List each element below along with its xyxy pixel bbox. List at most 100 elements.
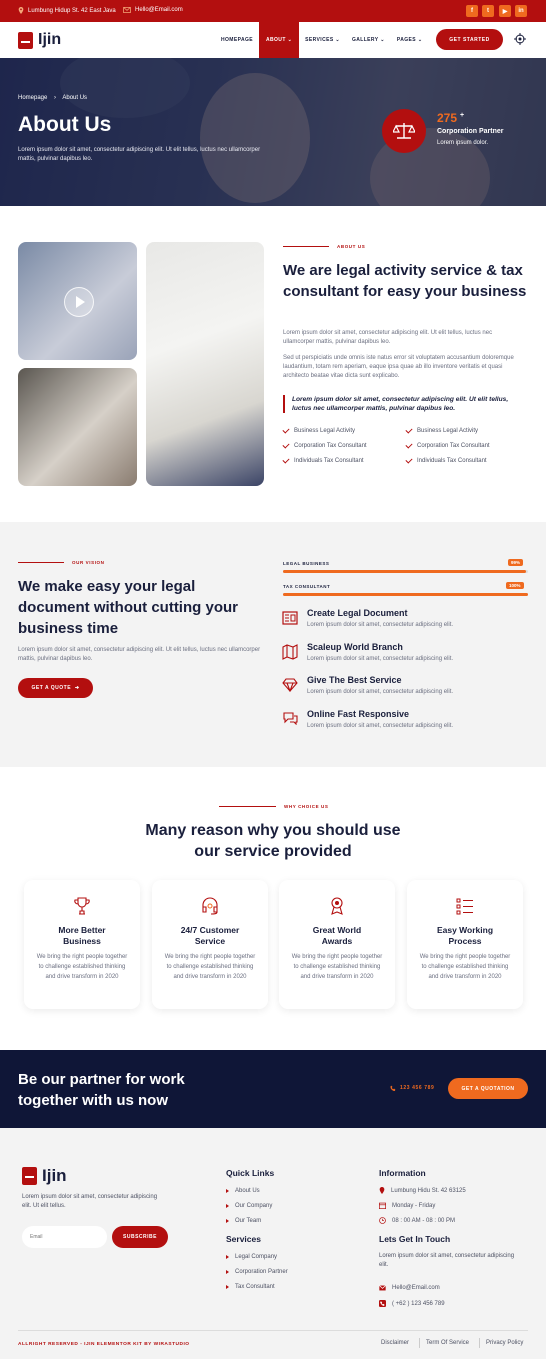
breadcrumb-home[interactable]: Homepage: [18, 95, 47, 101]
reason-card: 24/7 Customer Service We bring the right …: [152, 880, 268, 1009]
clock-icon: [379, 1217, 386, 1224]
why-section-tag: WHY CHOICE US: [219, 804, 328, 809]
email-input[interactable]: [22, 1226, 107, 1248]
check-icon: [405, 456, 413, 464]
cta-phone[interactable]: 123 456 789: [390, 1085, 434, 1091]
logo-mark-icon: [22, 1167, 37, 1185]
location-pin-icon: [379, 1187, 385, 1194]
phone-icon: [390, 1085, 396, 1091]
card-title: Easy Working Process: [436, 925, 494, 946]
footer-link-tax[interactable]: Tax Consultant: [226, 1284, 275, 1290]
about-quote: Lorem ipsum dolor sit amet, consectetur …: [283, 395, 525, 413]
feature-title: Online Fast Responsive: [307, 709, 410, 719]
breadcrumb-current: About Us: [62, 95, 88, 101]
progress-percent: 100%: [506, 582, 524, 589]
footer-link-terms[interactable]: Term Of Service: [426, 1340, 469, 1346]
subscribe-button[interactable]: SUBSCRIBE: [112, 1226, 168, 1248]
get-quote-button[interactable]: GET A QUOTE ➔: [18, 678, 93, 698]
get-started-button[interactable]: GET STARTED: [436, 29, 503, 50]
information-title: Information: [379, 1168, 426, 1178]
footer-hours: 08 : 00 AM - 08 : 00 PM: [379, 1217, 455, 1224]
progress-bar: [283, 593, 528, 596]
scale-icon: [393, 123, 415, 139]
nav-gallery[interactable]: GALLERY ⌄: [346, 22, 391, 58]
chat-icon: [283, 712, 298, 725]
scale-badge: [382, 109, 426, 153]
top-bar: Lumbung Hidup St. 42 East Java Hello@Ema…: [0, 0, 546, 22]
card-title: 24/7 Customer Service: [180, 925, 240, 946]
youtube-icon[interactable]: ▶: [499, 5, 511, 17]
progress-label: TAX CONSULTANT: [283, 584, 331, 589]
footer-link-legal[interactable]: Legal Company: [226, 1254, 277, 1260]
progress-label: LEGAL BUSINESS: [283, 561, 330, 566]
checklist-icon: [456, 898, 473, 915]
hero-text: Lorem ipsum dolor sit amet, consectetur …: [18, 147, 261, 162]
quick-links-title: Quick Links: [226, 1168, 275, 1178]
vision-section: OUR VISION We make easy your legal docum…: [0, 522, 546, 767]
location-pin-icon: [18, 7, 24, 14]
footer-link-company[interactable]: Our Company: [226, 1203, 272, 1209]
cta-heading: Be our partner for work together with us …: [18, 1071, 185, 1109]
chevron-down-icon: ⌄: [287, 37, 293, 43]
caret-right-icon: [226, 1270, 229, 1274]
footer-text: Lorem ipsum dolor sit amet, consectetur …: [22, 1194, 158, 1209]
check-item: Business Legal Activity: [282, 426, 355, 434]
check-icon: [405, 441, 413, 449]
footer-link-privacy[interactable]: Privacy Policy: [486, 1340, 523, 1346]
check-item: Business Legal Activity: [405, 426, 478, 434]
chevron-down-icon: ⌄: [335, 37, 340, 43]
hero-banner: Homepage › About Us About Us Lorem ipsum…: [0, 58, 546, 206]
footer-phone[interactable]: ( +62 ) 123 456 789: [379, 1300, 445, 1307]
footer-link-corporation[interactable]: Corporation Partner: [226, 1269, 288, 1275]
contact-text: Lorem ipsum dolor sit amet, consectetur …: [379, 1253, 515, 1268]
footer-days: Monday - Friday: [379, 1202, 435, 1209]
site-logo[interactable]: Ijin: [18, 31, 61, 49]
footer-separator: [419, 1338, 420, 1348]
nav-pages[interactable]: PAGES ⌄: [391, 22, 429, 58]
contact-title: Lets Get In Touch: [379, 1234, 451, 1244]
cta-banner: Be our partner for work together with us …: [0, 1050, 546, 1128]
footer-email[interactable]: Hello@Email.com: [379, 1285, 440, 1291]
nav-homepage[interactable]: HOMEPAGE: [215, 22, 259, 58]
facebook-icon[interactable]: f: [466, 5, 478, 17]
vision-section-tag: OUR VISION: [18, 560, 105, 565]
calculator-photo: [18, 368, 137, 486]
footer-address: Lumbung Hidu St. 42 63125: [379, 1187, 466, 1194]
vision-text: Lorem ipsum dolor sit amet, consectetur …: [18, 647, 261, 662]
play-video-icon[interactable]: [64, 287, 94, 317]
card-desc: We bring the right people together to ch…: [164, 954, 256, 980]
get-quotation-button[interactable]: GET A QUOTATION: [448, 1078, 528, 1099]
progress-bar: [283, 570, 528, 573]
progress-percent: 99%: [508, 559, 524, 566]
feature-title: Give The Best Service: [307, 675, 402, 685]
footer-divider: [18, 1330, 528, 1331]
document-icon: [282, 611, 298, 625]
mail-icon: [379, 1285, 386, 1291]
logo-mark-icon: [18, 31, 33, 49]
copyright: ALLRIGHT RESERVED - IJIN ELEMENTOR KIT B…: [18, 1342, 190, 1347]
footer-link-about[interactable]: About Us: [226, 1188, 260, 1194]
main-nav: HOMEPAGE ABOUT ⌄ SERVICES ⌄ GALLERY ⌄ PA…: [215, 22, 428, 58]
caret-right-icon: [226, 1285, 229, 1289]
breadcrumb: Homepage › About Us: [18, 95, 87, 101]
nav-about[interactable]: ABOUT ⌄: [259, 22, 300, 58]
feature-desc: Lorem ipsum dolor sit amet, consectetur …: [307, 656, 454, 662]
about-heading: We are legal activity service & tax cons…: [283, 262, 527, 300]
chevron-right-icon: ›: [54, 95, 57, 101]
crosshair-icon[interactable]: [514, 33, 526, 45]
about-paragraph-2: Sed ut perspiciatis unde omnis iste natu…: [283, 355, 514, 379]
arrow-right-icon: ➔: [74, 685, 80, 691]
check-item: Individuals Tax Consultant: [282, 456, 364, 464]
footer-logo[interactable]: Ijin: [22, 1166, 67, 1186]
footer-link-disclaimer[interactable]: Disclaimer: [381, 1340, 409, 1346]
reason-card: Easy Working Process We bring the right p…: [407, 880, 523, 1009]
trophy-icon: [74, 897, 90, 915]
linkedin-icon[interactable]: in: [515, 5, 527, 17]
twitter-icon[interactable]: t: [482, 5, 494, 17]
footer-link-team[interactable]: Our Team: [226, 1218, 261, 1224]
mail-icon: [123, 7, 131, 13]
services-title: Services: [226, 1234, 261, 1244]
site-footer: Ijin Lorem ipsum dolor sit amet, consect…: [0, 1128, 546, 1359]
nav-services[interactable]: SERVICES ⌄: [299, 22, 346, 58]
topbar-email[interactable]: Hello@Email.com: [123, 7, 183, 13]
